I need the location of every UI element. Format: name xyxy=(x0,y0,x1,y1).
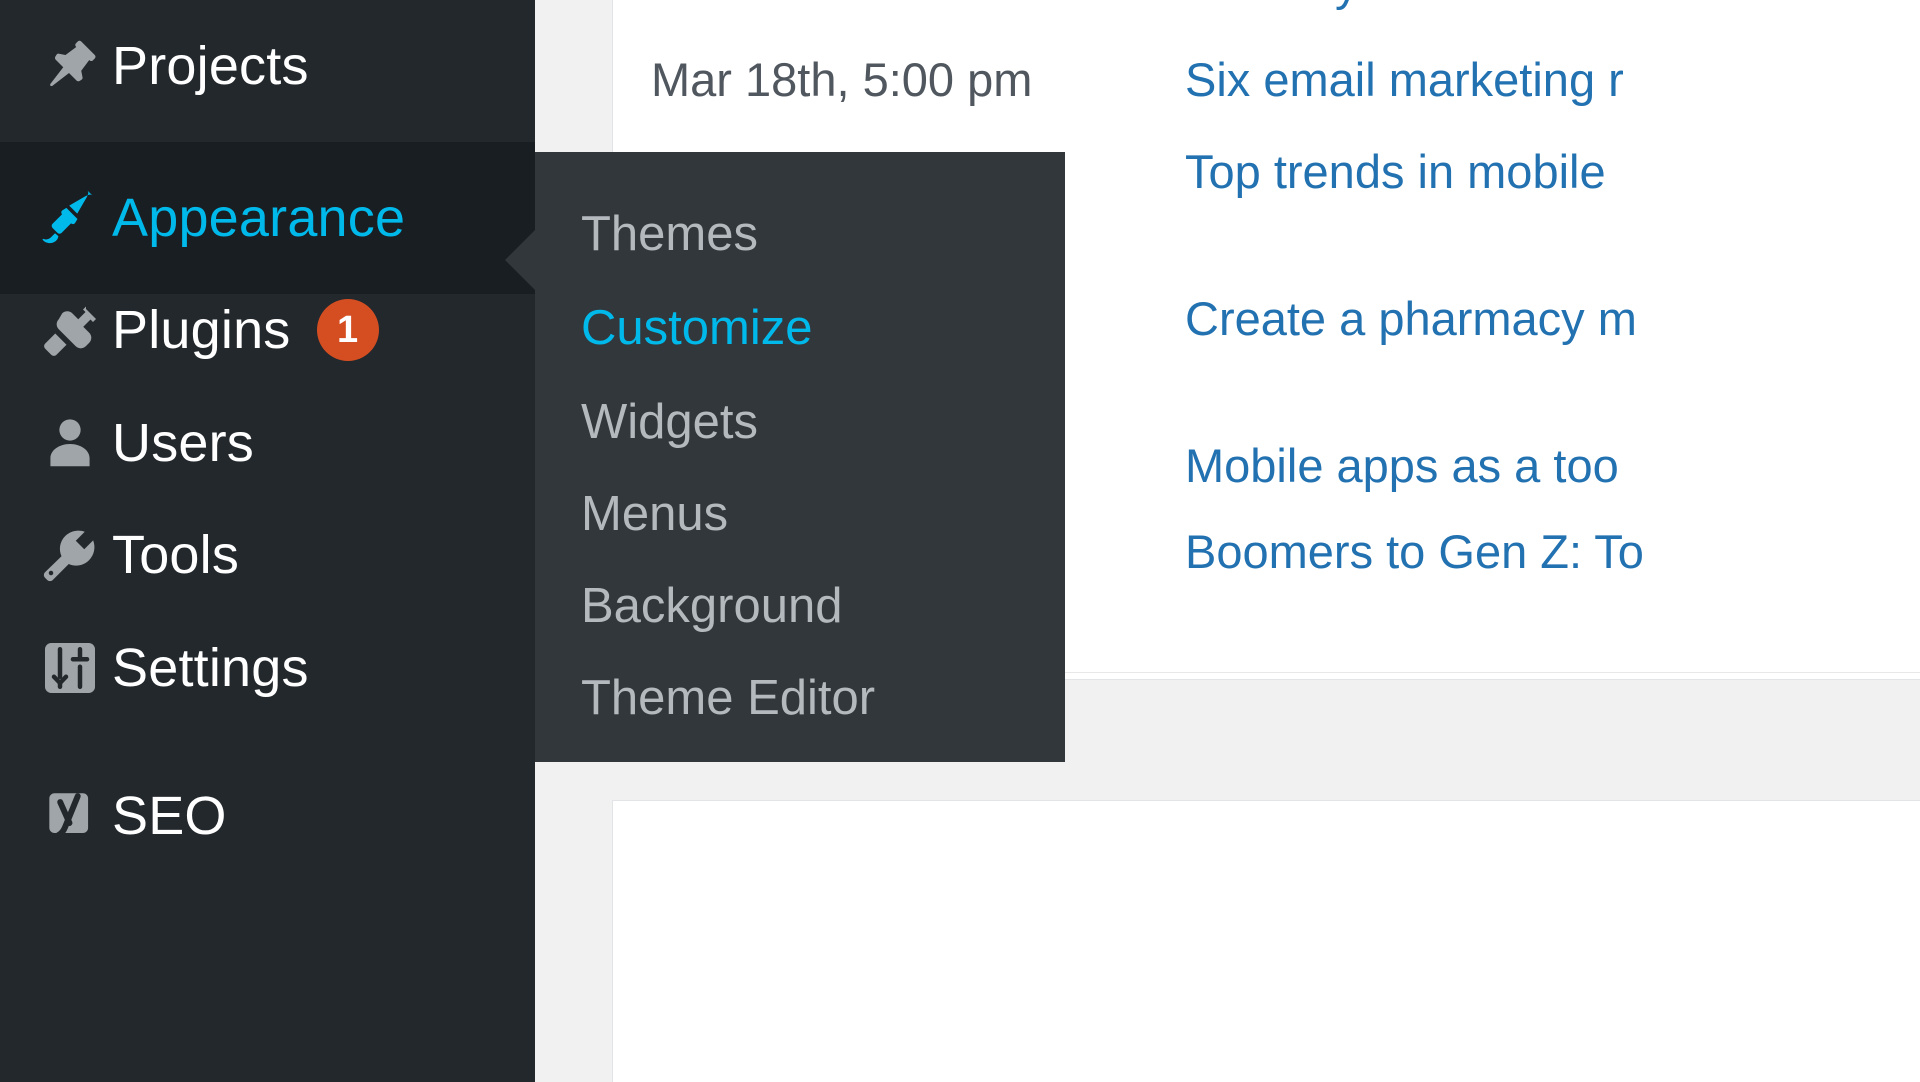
feed-link-5[interactable]: Boomers to Gen Z: To xyxy=(1185,528,1644,575)
clipped-heading-fragment: y xyxy=(1335,0,1359,7)
feed-link-4[interactable]: Mobile apps as a too xyxy=(1185,442,1619,489)
sidebar-item-projects[interactable]: Projects xyxy=(0,0,535,142)
user-icon xyxy=(28,414,112,472)
paintbrush-icon xyxy=(28,187,112,249)
submenu-item-theme-editor[interactable]: Theme Editor xyxy=(581,674,875,723)
appearance-submenu: Themes Customize Widgets Menus Backgroun… xyxy=(505,152,1065,762)
sidebar-item-label: SEO xyxy=(112,786,227,846)
plugins-update-badge: 1 xyxy=(316,299,379,361)
sidebar-item-label: Projects xyxy=(112,36,309,96)
sidebar-item-label: Tools xyxy=(112,525,240,585)
admin-sidebar: Projects Appearance Plugins 1 Users Tool… xyxy=(0,0,535,1082)
feed-link-3[interactable]: Create a pharmacy m xyxy=(1185,295,1637,342)
wordpress-admin-screen: y Mar 18th, 5:00 pm Six email marketing … xyxy=(0,0,1920,1082)
sidebar-item-settings[interactable]: Settings xyxy=(0,592,535,744)
feed-date: Mar 18th, 5:00 pm xyxy=(651,53,1033,106)
sidebar-item-label: Plugins xyxy=(112,300,291,360)
sidebar-item-label: Users xyxy=(112,413,255,473)
yoast-y-icon xyxy=(28,785,112,847)
sliders-icon xyxy=(28,638,112,698)
sidebar-item-label: Appearance xyxy=(112,188,406,248)
sidebar-item-seo[interactable]: SEO xyxy=(0,740,535,892)
feed-link-2[interactable]: Top trends in mobile xyxy=(1185,148,1606,195)
submenu-item-customize[interactable]: Customize xyxy=(581,304,812,353)
submenu-item-themes[interactable]: Themes xyxy=(581,210,758,259)
submenu-arrow-icon xyxy=(505,230,535,290)
plug-icon xyxy=(28,300,112,360)
pin-icon xyxy=(28,36,112,96)
submenu-item-widgets[interactable]: Widgets xyxy=(581,398,758,447)
comments-card xyxy=(612,800,1920,1082)
wrench-icon xyxy=(28,525,112,585)
submenu-item-menus[interactable]: Menus xyxy=(581,490,728,539)
feed-link-1[interactable]: Six email marketing r xyxy=(1185,56,1624,103)
sidebar-item-label: Settings xyxy=(112,638,309,698)
submenu-item-background[interactable]: Background xyxy=(581,582,843,631)
